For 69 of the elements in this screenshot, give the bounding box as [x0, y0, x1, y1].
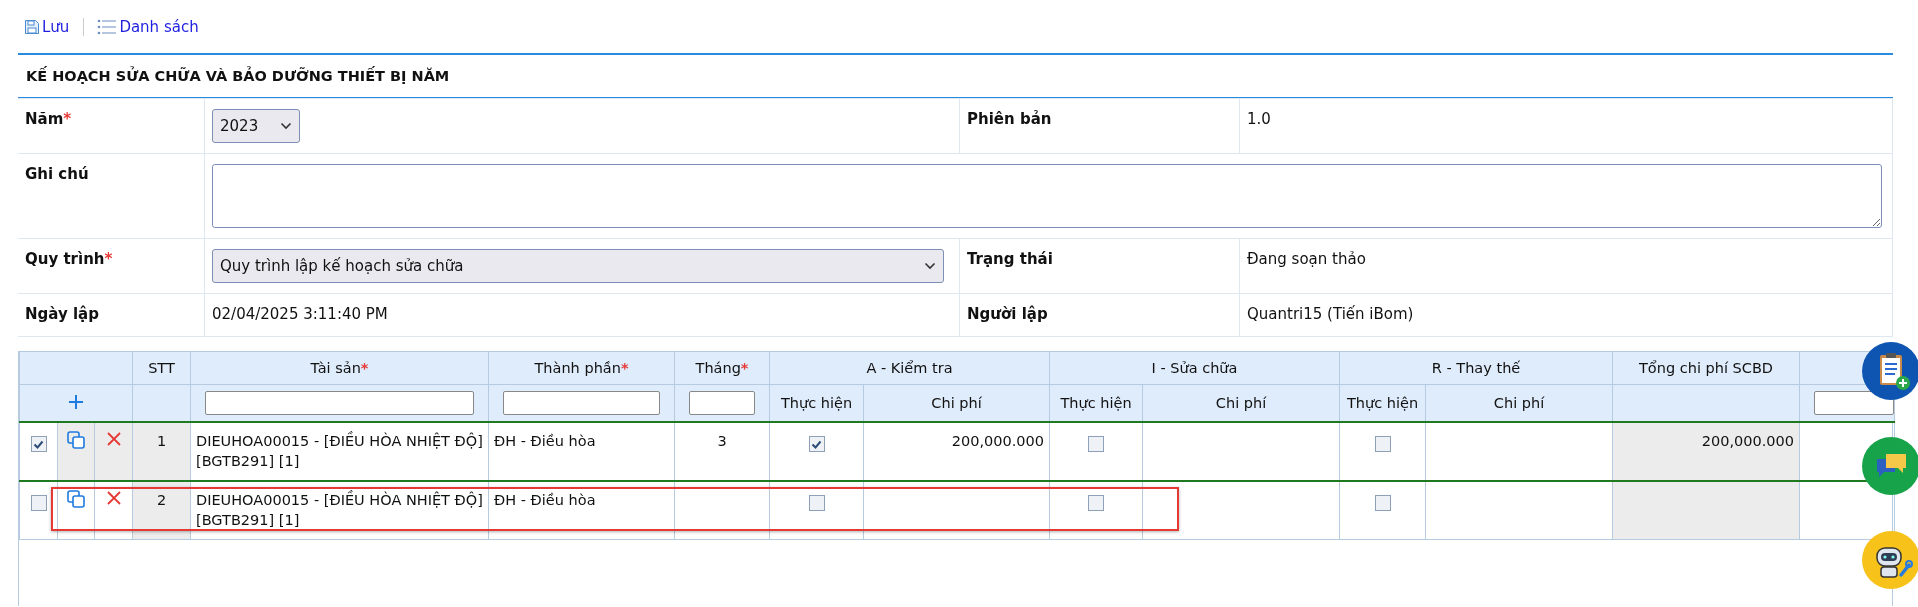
column-header: R - Thay thế	[1431, 360, 1521, 376]
chat-icon[interactable]	[1862, 437, 1918, 495]
field-value: Đang soạn thảo	[1247, 250, 1366, 268]
copy-icon[interactable]	[67, 490, 85, 508]
column-header: Thực hiện	[1060, 395, 1132, 411]
caret-icon	[924, 262, 936, 270]
checkbox[interactable]	[1088, 436, 1104, 452]
column-header: Tài sản	[310, 360, 361, 376]
filter-field[interactable]	[205, 391, 474, 415]
column-header: Chi phí	[1493, 395, 1545, 411]
column-header: Chi phí	[931, 395, 982, 411]
column-header: Chi phí	[1215, 395, 1267, 411]
required-mark: *	[104, 250, 113, 268]
table-cell: 200,000.000	[1701, 433, 1795, 449]
field-label: Phiên bản	[967, 110, 1052, 128]
field-label: Năm	[25, 110, 64, 128]
select-field[interactable]: Quy trình lập kế hoạch sửa chữa	[212, 249, 944, 283]
column-header: Tháng	[695, 360, 741, 376]
column-header: STT	[148, 360, 175, 376]
filter-field[interactable]	[689, 391, 755, 415]
field-label: Ghi chú	[25, 165, 89, 183]
checkbox[interactable]	[30, 436, 47, 452]
checkbox[interactable]	[808, 495, 825, 511]
delete-icon[interactable]	[106, 432, 121, 446]
field-label: Quy trình	[25, 250, 105, 268]
column-header: I - Sửa chữa	[1151, 360, 1238, 376]
copy-icon[interactable]	[67, 431, 85, 449]
robot-icon[interactable]	[1862, 531, 1918, 589]
clipboard-add-icon[interactable]	[1862, 342, 1918, 400]
list-icon	[97, 18, 118, 35]
column-header: A - Kiểm tra	[866, 360, 953, 376]
field-value: 02/04/2025 3:11:40 PM	[212, 305, 388, 323]
field-value: Quantri15 (Tiến iBom)	[1247, 305, 1414, 323]
column-header: Tổng chi phí SCBD	[1639, 360, 1774, 376]
column-header: Thành phần	[534, 360, 621, 376]
field-label: Trạng thái	[967, 250, 1053, 268]
add-icon[interactable]	[69, 394, 83, 409]
field-value: 1.0	[1247, 110, 1271, 128]
form-title: KẾ HOẠCH SỬA CHỮA VÀ BẢO DƯỠNG THIẾT BỊ NĂM	[18, 55, 1893, 98]
delete-icon[interactable]	[106, 491, 121, 505]
checkbox[interactable]	[30, 495, 47, 511]
table-cell: 200,000.000	[951, 433, 1044, 449]
table-cell: 3	[717, 433, 727, 449]
checkbox[interactable]	[1374, 495, 1391, 511]
table-cell: DIEUHOA00015 - [ĐIỀU HÒA NHIỆT ĐỘ] [BGTB291] [1]	[196, 492, 483, 528]
filter-field[interactable]	[1814, 391, 1895, 415]
select-field[interactable]: 2023	[212, 109, 300, 143]
field-label: Người lập	[967, 305, 1048, 323]
required-mark: *	[360, 360, 369, 376]
required-mark: *	[620, 360, 629, 376]
checkbox[interactable]	[1088, 495, 1104, 511]
table-cell: DIEUHOA00015 - [ĐIỀU HÒA NHIỆT ĐỘ] [BGTB291] [1]	[196, 433, 483, 469]
save-link[interactable]: Lưu	[24, 17, 70, 36]
column-header: Thực hiện	[780, 395, 853, 411]
checkbox[interactable]	[808, 436, 825, 452]
table-cell: 1	[156, 433, 167, 449]
column-header: Thực hiện	[1346, 395, 1419, 411]
required-mark: *	[63, 110, 72, 128]
list-link[interactable]: Danh sách	[97, 17, 199, 36]
field-label: Ngày lập	[25, 305, 99, 323]
table-cell: 2	[156, 492, 167, 508]
notes-field[interactable]	[212, 164, 1882, 228]
table-cell: ĐH - Điều hòa	[494, 492, 596, 508]
checkbox[interactable]	[1374, 436, 1391, 452]
caret-icon	[280, 122, 292, 130]
filter-field[interactable]	[503, 391, 660, 415]
table-cell: ĐH - Điều hòa	[494, 433, 596, 449]
save-icon	[24, 18, 40, 35]
required-mark: *	[740, 360, 749, 376]
